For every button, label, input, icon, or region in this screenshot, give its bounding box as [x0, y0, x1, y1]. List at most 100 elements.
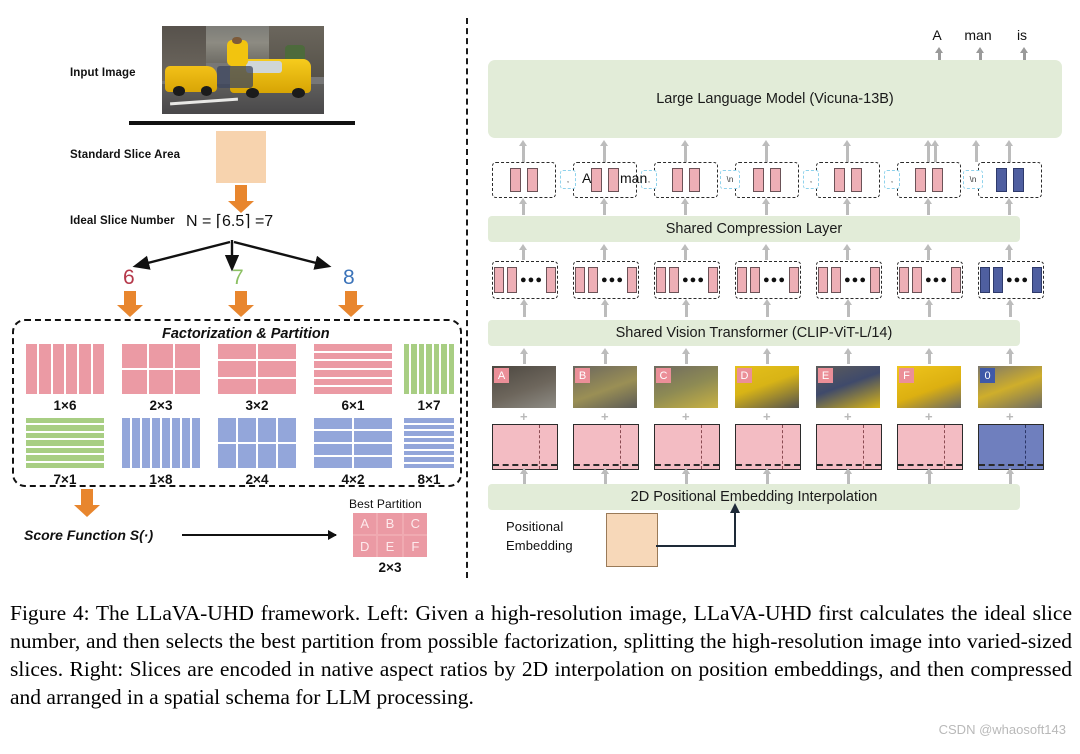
pos-embed-connector-h — [656, 545, 736, 547]
pos-embed-slice-5 — [897, 424, 963, 470]
factorization-cell — [132, 418, 140, 468]
factorization-cell — [218, 361, 256, 377]
standard-slice-area-box — [216, 131, 266, 183]
vit-out-arrow-4 — [844, 299, 853, 317]
input-image-thumbnail — [162, 26, 324, 114]
factorization-tile-2x3 — [122, 344, 200, 394]
token-bar — [689, 168, 700, 192]
factorization-cell — [175, 344, 200, 368]
factorization-cell — [162, 418, 170, 468]
image-slice-E: E — [816, 366, 880, 408]
input-text-token-0: A — [582, 170, 592, 186]
branch-number-8: 8 — [343, 266, 355, 289]
factorization-cell — [314, 431, 352, 442]
vit-token-bar — [707, 267, 718, 293]
vit-out-arrow-1 — [601, 299, 610, 317]
vit-token-bar — [912, 267, 923, 293]
pos-embed-hdash — [979, 464, 1043, 466]
pos-embed-slice-0 — [492, 424, 558, 470]
pos-embed-vdash — [539, 425, 541, 469]
pos-embed-vdash — [620, 425, 622, 469]
score-to-partition-arrow — [182, 530, 337, 540]
plus-sign-3: + — [763, 409, 771, 424]
best-partition-cell: C — [403, 513, 427, 534]
factorization-cell — [218, 378, 256, 394]
llm-input-arrow-8 — [972, 140, 981, 162]
factorization-cell — [26, 455, 104, 461]
vit-token-bar — [750, 267, 761, 293]
vit-out-arrow-3 — [763, 299, 772, 317]
factorization-cell — [404, 431, 454, 436]
overview-token-group — [978, 162, 1042, 198]
factorization-tile-3x2 — [218, 344, 296, 394]
ideal-slice-number-label: Ideal Slice Number — [70, 215, 175, 227]
factorization-cell — [258, 361, 296, 377]
factorization-tile-label: 7×1 — [53, 472, 77, 487]
slice-tag: E — [818, 368, 833, 383]
compression-in-arrow-2 — [681, 244, 690, 260]
output-token-1: man — [964, 27, 992, 43]
factorization-cell — [79, 344, 91, 394]
factorization-cell — [354, 431, 392, 442]
pos-embed-slice-1 — [573, 424, 639, 470]
vit-in-arrow-5 — [925, 348, 934, 364]
factorization-cell — [52, 344, 64, 394]
vit-token-bar — [626, 267, 637, 293]
compression-in-arrow-0 — [519, 244, 528, 260]
slice-token-group-0 — [492, 162, 556, 198]
token-bar — [527, 168, 538, 192]
token-bar — [770, 168, 781, 192]
factorization-cell — [426, 344, 432, 394]
factorization-cell — [404, 444, 454, 449]
vit-token-bar — [788, 267, 799, 293]
factorization-tile-label: 3×2 — [245, 398, 269, 413]
positional-embedding-box — [606, 513, 658, 567]
down-arrow-to-score — [74, 489, 100, 517]
token-bar — [510, 168, 521, 192]
best-partition-cell: E — [378, 536, 402, 557]
pos-embed-hdash — [493, 464, 557, 466]
fraction-bar — [129, 121, 355, 125]
compression-in-arrow-6 — [1005, 244, 1014, 260]
factorization-tile-4x2 — [314, 418, 392, 468]
factorization-cell — [404, 418, 454, 423]
best-partition-cell: F — [403, 536, 427, 557]
factorization-cell — [404, 344, 410, 394]
input-image-label: Input Image — [70, 67, 136, 79]
factorization-cell — [404, 450, 454, 455]
factorization-tile-1x7 — [404, 344, 454, 394]
vit-slice-group-4: ●●● — [816, 261, 882, 299]
branch-arrows — [132, 240, 332, 272]
factorization-cell — [258, 444, 276, 468]
token-bar — [672, 168, 683, 192]
slice-token-group-5 — [897, 162, 961, 198]
factorization-cell — [218, 418, 236, 442]
factorization-cell — [122, 418, 130, 468]
output-token-arrow-2 — [1020, 47, 1029, 60]
csdn-watermark: CSDN @whaosoft143 — [938, 722, 1066, 737]
factorization-cell — [418, 344, 425, 394]
factorization-cell — [172, 418, 180, 468]
factorization-cell — [314, 387, 392, 394]
factorization-cell — [26, 344, 38, 394]
factorization-cell — [218, 444, 236, 468]
best-partition-cell: B — [378, 513, 402, 534]
image-slice-C: C — [654, 366, 718, 408]
factorization-cell — [314, 418, 352, 429]
compression-layer: Shared Compression Layer — [488, 216, 1020, 242]
factorization-cell — [258, 418, 276, 442]
factorization-cell — [314, 444, 352, 455]
pos-embed-hdash — [655, 464, 719, 466]
factorization-cell — [278, 418, 296, 442]
input-text-token-1: man — [620, 170, 648, 186]
factorization-cell — [182, 418, 190, 468]
factorization-cell — [26, 432, 104, 439]
vit-in-arrow-6 — [1006, 348, 1015, 364]
vit-token-bar — [494, 267, 505, 293]
factorization-cell — [258, 344, 296, 360]
vit-token-bar — [656, 267, 667, 293]
vit-in-arrow-3 — [763, 348, 772, 364]
factorization-tile-1x6 — [26, 344, 104, 394]
compression-in-arrow-3 — [762, 244, 771, 260]
factorization-cell — [152, 418, 160, 468]
